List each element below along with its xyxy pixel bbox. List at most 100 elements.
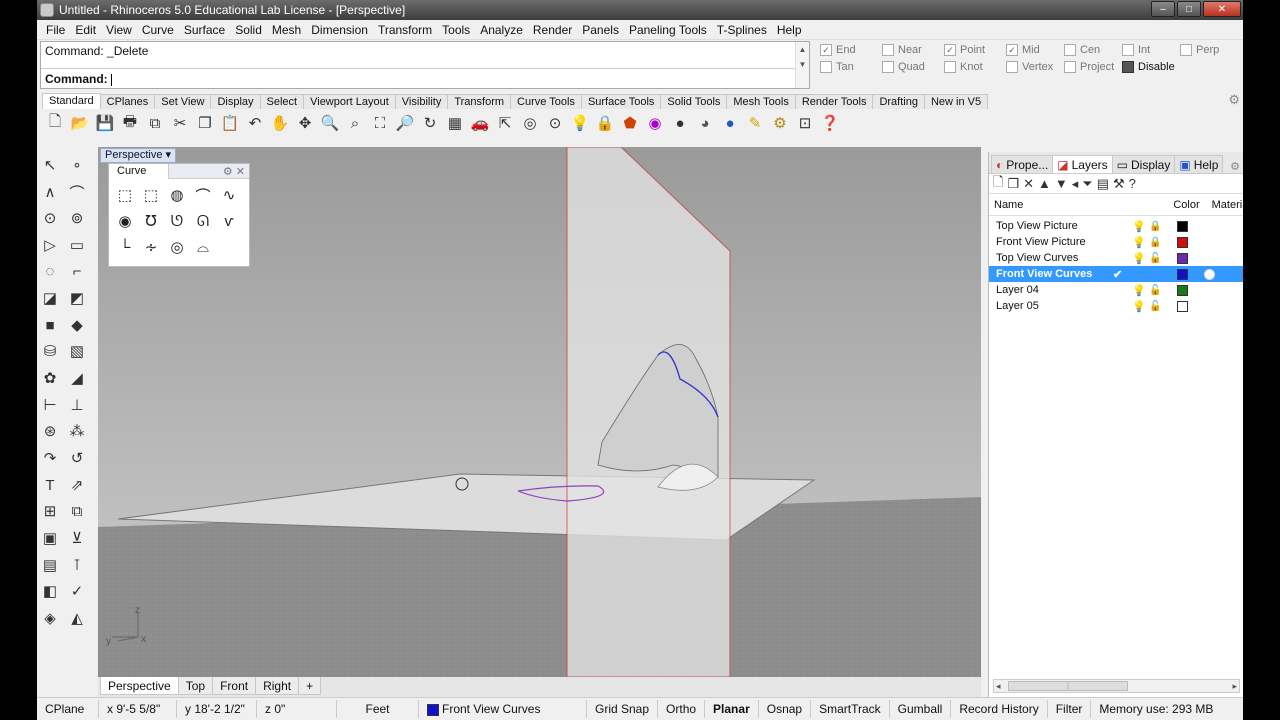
delete-layer-icon[interactable]: ✕ — [1023, 176, 1034, 192]
header-name[interactable]: Name — [994, 199, 1023, 211]
new-icon[interactable]: 🗋 — [44, 112, 66, 134]
light-bulb-icon[interactable]: 💡 — [1132, 252, 1146, 265]
menu-tools[interactable]: Tools — [437, 23, 475, 37]
vcurve-icon[interactable]: ⱱ — [216, 208, 242, 234]
lock-icon[interactable]: 🔒 — [594, 112, 616, 134]
tab-display-panel[interactable]: ▭ Display — [1111, 155, 1176, 173]
render-tool-icon[interactable]: ✿ — [39, 367, 61, 389]
layer-settings-icon[interactable]: ⚒ — [1113, 176, 1125, 192]
minimize-button[interactable]: – — [1151, 1, 1175, 17]
maximize-button[interactable]: □ — [1177, 1, 1201, 17]
layer-row[interactable]: Layer 04 💡 🔓 — [989, 282, 1243, 298]
rotate-tool-icon[interactable]: ↷ — [39, 447, 61, 469]
menu-solid[interactable]: Solid — [230, 23, 267, 37]
circle-tool-icon[interactable]: ⊙ — [39, 207, 61, 229]
layer-tools-icon[interactable]: ▤ — [1097, 176, 1109, 192]
osnap-mid[interactable]: ✓ Mid — [1006, 44, 1040, 56]
layer-row[interactable]: Top View Picture 💡 🔒 — [989, 218, 1243, 234]
layer-hscrollbar[interactable]: ◂ ⦙ ▸ — [993, 679, 1240, 693]
filter-toggle[interactable]: Filter — [1048, 700, 1092, 718]
osnap-project[interactable]: Project — [1064, 61, 1114, 73]
status-cplane[interactable]: CPlane — [37, 700, 99, 718]
paste-icon[interactable]: 📋 — [219, 112, 241, 134]
circle-icon[interactable]: ◎ — [519, 112, 541, 134]
menu-analyze[interactable]: Analyze — [475, 23, 528, 37]
layer-color-swatch[interactable] — [1177, 268, 1188, 280]
layer-row[interactable]: Top View Curves 💡 🔓 — [989, 250, 1243, 266]
box-icon[interactable]: ■ — [39, 314, 61, 336]
osnap-point[interactable]: ✓ Point — [944, 44, 985, 56]
array-icon[interactable]: ⧉ — [66, 500, 88, 522]
text-tool-icon[interactable]: T — [39, 474, 61, 496]
osnap-vertex[interactable]: Vertex — [1006, 61, 1053, 73]
new-sublayer-icon[interactable]: ❐ — [1007, 176, 1019, 192]
osnap-int[interactable]: Int — [1122, 44, 1150, 56]
tab-viewport-layout[interactable]: Viewport Layout — [303, 94, 396, 109]
tab-select[interactable]: Select — [259, 94, 305, 109]
move-view-icon[interactable]: ✥ — [294, 112, 316, 134]
save-icon[interactable]: 💾 — [94, 112, 116, 134]
cut-icon[interactable]: ✂ — [169, 112, 191, 134]
arc-dash-icon[interactable]: ⌓ — [190, 234, 216, 260]
move-up-icon[interactable]: ▲ — [1038, 176, 1051, 191]
layer-color-swatch[interactable] — [1177, 252, 1188, 264]
render-icon[interactable]: ◕ — [694, 112, 716, 134]
surface-icon[interactable]: ◪ — [39, 287, 61, 309]
tab-surface-tools[interactable]: Surface Tools — [580, 94, 662, 109]
record-history-toggle[interactable]: Record History — [951, 700, 1048, 718]
layout-icon[interactable]: ▤ — [39, 554, 61, 576]
curve-cv-icon[interactable]: ⌒ — [66, 181, 88, 203]
tab-solid-tools[interactable]: Solid Tools — [660, 94, 728, 109]
mesh-icon[interactable]: ▧ — [66, 340, 88, 362]
tab-properties[interactable]: ◐ Prope... — [991, 155, 1054, 173]
shade-icon[interactable]: ● — [719, 112, 741, 134]
rotate-view-icon[interactable]: ↻ — [419, 112, 441, 134]
osnap-quad[interactable]: Quad — [882, 61, 925, 73]
light-icon[interactable]: 💡 — [569, 112, 591, 134]
polyline-icon[interactable]: ∧ — [39, 181, 61, 203]
wave-curve-icon[interactable]: ∻ — [138, 234, 164, 260]
osnap-end[interactable]: ✓ End — [820, 44, 856, 56]
pan-icon[interactable]: ✋ — [269, 112, 291, 134]
move-down-icon[interactable]: ▼ — [1055, 176, 1068, 191]
menu-transform[interactable]: Transform — [373, 23, 437, 37]
crop-icon[interactable]: ⊡ — [794, 112, 816, 134]
zoom-icon[interactable]: 🔍 — [319, 112, 341, 134]
grid-snap-toggle[interactable]: Grid Snap — [587, 700, 659, 718]
point-tool-icon[interactable]: ∘ — [66, 154, 88, 176]
scroll-left-icon[interactable]: ◂ — [996, 681, 1001, 692]
osnap-end-checkbox[interactable]: ✓ — [820, 44, 832, 56]
viewport-title[interactable]: Perspective ▾ — [100, 148, 177, 163]
osnap-perp[interactable]: Perp — [1180, 44, 1219, 56]
arc-curve-icon[interactable]: ⌒ — [190, 182, 216, 208]
tab-set-view[interactable]: Set View — [154, 94, 212, 109]
menu-surface[interactable]: Surface — [179, 23, 230, 37]
fillet-icon[interactable]: ⌐ — [66, 260, 88, 282]
header-color[interactable]: Color — [1173, 199, 1199, 211]
new-layer-icon[interactable]: 🗋 — [993, 173, 1003, 195]
split-icon[interactable]: ⊺ — [66, 554, 88, 576]
rectangle-icon[interactable]: ▭ — [66, 234, 88, 256]
offset-icon[interactable]: ⇗ — [66, 474, 88, 496]
tab-mesh-tools[interactable]: Mesh Tools — [726, 94, 796, 109]
tab-help-panel[interactable]: ▣ Help — [1174, 155, 1224, 173]
tab-top[interactable]: Top — [177, 677, 214, 695]
menu-render[interactable]: Render — [528, 23, 577, 37]
lock-closed-icon[interactable]: 🔒 — [1149, 221, 1161, 232]
tab-new-in-v5[interactable]: New in V5 — [923, 94, 989, 109]
tab-display[interactable]: Display — [210, 94, 261, 109]
menu-mesh[interactable]: Mesh — [267, 23, 306, 37]
explode-icon[interactable]: ⊻ — [66, 527, 88, 549]
menu-paneling-tools[interactable]: Paneling Tools — [624, 23, 712, 37]
circle-curve-icon[interactable]: ◍ — [164, 182, 190, 208]
group-icon[interactable]: ⊞ — [39, 500, 61, 522]
interp-curve-icon[interactable]: ∿ — [216, 182, 242, 208]
material-swatch[interactable] — [1204, 268, 1215, 280]
close-button[interactable]: ✕ — [1203, 1, 1241, 17]
tab-perspective[interactable]: Perspective — [100, 677, 179, 695]
lighting-icon[interactable]: ◭ — [66, 607, 88, 629]
loop-curve-icon[interactable]: ℧ — [138, 208, 164, 234]
print-icon[interactable]: 🖶 — [119, 112, 141, 134]
layer-row[interactable]: Layer 05 💡 🔓 — [989, 298, 1243, 314]
lock-open-icon[interactable]: 🔓 — [1149, 301, 1161, 312]
